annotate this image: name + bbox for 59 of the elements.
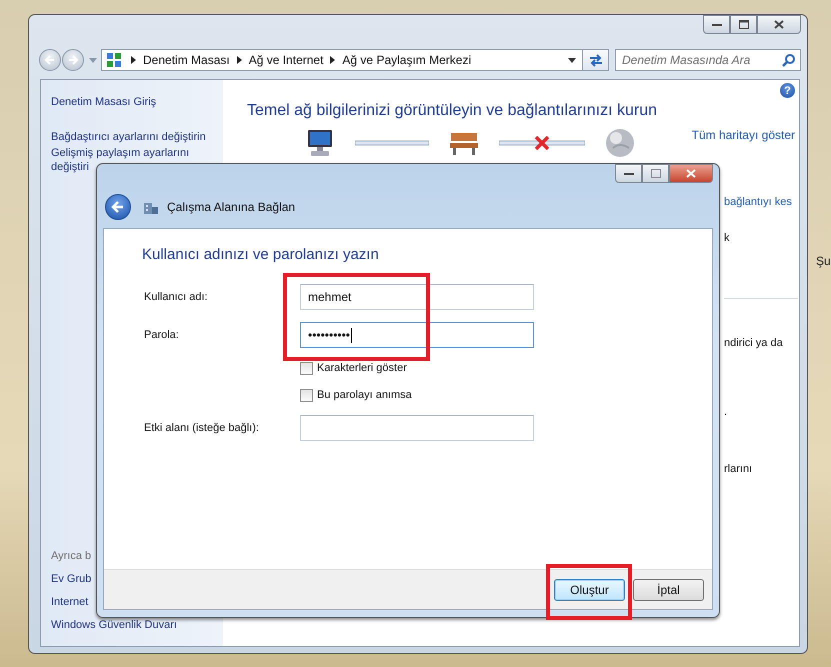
maximize-icon xyxy=(738,20,748,29)
text-fragment: rlarını xyxy=(724,462,754,476)
input-field[interactable]: •••••••••• xyxy=(300,322,534,348)
forward-button[interactable] xyxy=(62,49,84,71)
close-button[interactable] xyxy=(757,15,801,34)
breadcrumb[interactable]: Denetim Masası xyxy=(143,53,230,67)
breadcrumb[interactable]: Ağ ve Paylaşım Merkezi xyxy=(342,53,472,67)
checkbox[interactable] xyxy=(300,388,313,402)
dialog-button[interactable]: İptal xyxy=(633,578,704,600)
chevron-icon[interactable] xyxy=(131,56,136,64)
input-field[interactable]: mehmet xyxy=(300,284,534,310)
text-fragment: ndirici ya da xyxy=(724,336,784,350)
control-panel-icon xyxy=(106,52,122,68)
back-arrow-icon xyxy=(111,200,125,214)
checkbox-label[interactable]: Karakterleri göster xyxy=(317,362,407,374)
close-button[interactable] xyxy=(669,164,713,183)
field-label: Kullanıcı adı: xyxy=(143,291,209,303)
show-full-map-link[interactable]: Tüm haritayı göster xyxy=(692,128,795,142)
bench-icon xyxy=(449,130,479,156)
breadcrumb[interactable]: Ağ ve Internet xyxy=(248,53,324,67)
checkbox[interactable] xyxy=(300,362,313,374)
link[interactable]: bağlantıyı kes xyxy=(724,195,799,209)
search-icon[interactable] xyxy=(782,54,795,67)
sidebar-link[interactable]: Denetim Masası Giriş xyxy=(51,95,223,109)
sidebar-link[interactable]: Bağdaştırıcı ayarlarını değiştirin xyxy=(51,130,223,144)
close-icon xyxy=(686,169,696,178)
desktop-icon-label[interactable]: Şu xyxy=(816,254,831,268)
dialog-title: Çalışma Alanına Bağlan xyxy=(167,200,296,214)
maximize-icon xyxy=(650,169,660,178)
minimize-button[interactable] xyxy=(703,15,730,34)
text-fragment: . xyxy=(724,405,728,419)
search-field[interactable]: Denetim Masasında Ara xyxy=(615,49,801,71)
forward-arrow-icon xyxy=(67,54,79,66)
text-fragment: k xyxy=(724,231,730,245)
help-icon[interactable]: ? xyxy=(780,83,795,98)
input-field[interactable] xyxy=(300,415,534,441)
chevron-icon[interactable] xyxy=(330,56,336,64)
computer-icon xyxy=(305,129,335,157)
page-heading: Temel ağ bilgilerinizi görüntüleyin ve bağlantılarınızı kurun xyxy=(247,102,658,120)
back-arrow-icon xyxy=(44,54,56,66)
chevron-icon[interactable] xyxy=(236,56,242,64)
section-title: Ayrıca b xyxy=(51,549,92,563)
address-bar[interactable]: Denetim Masası Ağ ve Internet Ağ ve Paylaşım Merkezi xyxy=(101,49,583,71)
dialog-heading: Kullanıcı adınızı ve parolanızı yazın xyxy=(142,246,380,263)
dropdown-caret-icon[interactable] xyxy=(568,58,576,62)
minimize-button[interactable] xyxy=(615,164,642,183)
maximize-button[interactable] xyxy=(730,15,757,34)
text-cursor xyxy=(351,328,352,342)
sidebar-link[interactable]: Windows Güvenlik Duvarı xyxy=(51,618,223,632)
minimize-icon xyxy=(712,22,722,26)
refresh-button[interactable] xyxy=(583,49,609,71)
refresh-icon xyxy=(588,53,604,67)
field-label: Etki alanı (isteğe bağlı): xyxy=(143,422,260,434)
checkbox-label[interactable]: Bu parolayı anımsa xyxy=(317,389,412,401)
back-button[interactable] xyxy=(105,194,131,220)
minimize-icon xyxy=(624,172,634,176)
field-label: Parola: xyxy=(143,329,180,341)
close-icon xyxy=(774,20,784,29)
dialog-button[interactable]: Oluştur xyxy=(554,578,625,600)
